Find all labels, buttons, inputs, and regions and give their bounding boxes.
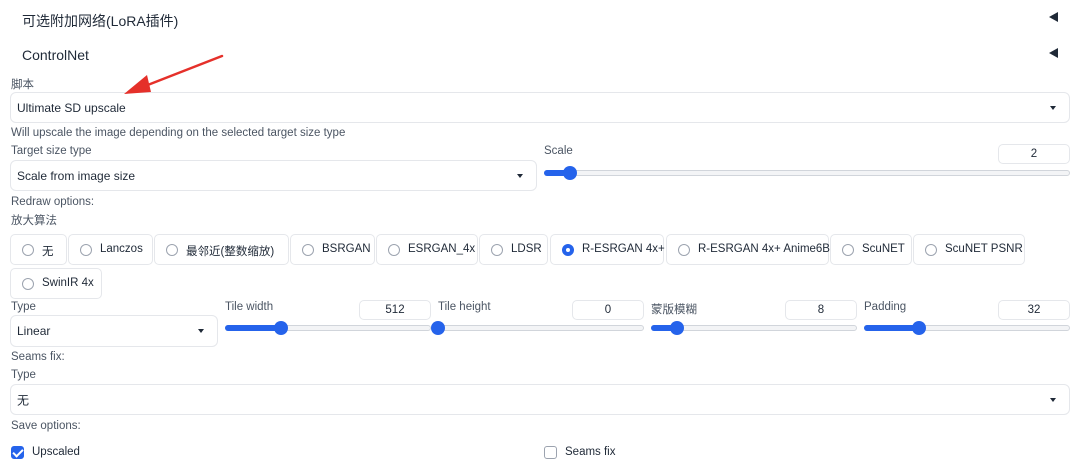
slider-thumb[interactable]: [563, 166, 578, 180]
chevron-down-icon: [1050, 397, 1056, 402]
radio-circle: [388, 244, 400, 256]
upscaler-option-scunet[interactable]: ScuNET: [830, 234, 912, 265]
save-options-label: Save options:: [11, 420, 81, 432]
upscaler-option-label: SwinIR 4x: [42, 277, 94, 289]
mask-blur-label: 蒙版模糊: [651, 304, 697, 316]
tile-width-slider[interactable]: [225, 320, 431, 336]
upscaled-checkbox-label: Upscaled: [32, 446, 80, 458]
upscaler-option-label: 无: [42, 246, 54, 258]
upscaler-option-label: ScuNET: [862, 243, 905, 255]
seams-fix-checkbox[interactable]: [544, 446, 557, 459]
radio-circle: [678, 244, 690, 256]
upscaler-option-r-esrgan-4x-plus-anime6b[interactable]: R-ESRGAN 4x+ Anime6B: [666, 234, 830, 265]
slider-track: [544, 170, 1070, 176]
accordion-controlnet[interactable]: ControlNet: [0, 36, 1080, 76]
upscaler-option-bsrgan[interactable]: BSRGAN: [290, 234, 375, 265]
seams-type-dropdown[interactable]: 无: [10, 384, 1070, 415]
tile-height-slider[interactable]: [431, 320, 644, 336]
upscaler-option-none[interactable]: 无: [10, 234, 67, 265]
upscaler-option-lanczos[interactable]: Lanczos: [68, 234, 153, 265]
accordion-lora-title: 可选附加网络(LoRA插件): [22, 13, 179, 29]
redraw-label: Redraw options:: [11, 196, 95, 208]
padding-input[interactable]: 32: [998, 300, 1070, 320]
slider-thumb[interactable]: [669, 321, 684, 335]
mask-blur-input[interactable]: 8: [785, 300, 857, 320]
radio-circle: [22, 244, 34, 256]
tile-width-label: Tile width: [225, 301, 274, 313]
radio-circle: [491, 244, 503, 256]
upscaler-option-label: ScuNET PSNR: [945, 243, 1023, 255]
slider-fill: [225, 325, 281, 331]
upscaler-option-label: ESRGAN_4x: [408, 243, 476, 255]
upscaler-option-label: R-ESRGAN 4x+: [582, 243, 665, 255]
script-dropdown[interactable]: Ultimate SD upscale: [10, 92, 1070, 123]
accordion-lora[interactable]: 可选附加网络(LoRA插件): [0, 0, 1080, 40]
radio-circle: [80, 244, 92, 256]
redraw-type-label: Type: [11, 301, 36, 313]
upscaler-option-scunet-psnr[interactable]: ScuNET PSNR: [913, 234, 1025, 265]
slider-thumb[interactable]: [911, 321, 926, 335]
target-size-label: Target size type: [11, 145, 92, 157]
upscaler-option-esrgan-4x[interactable]: ESRGAN_4x: [376, 234, 478, 265]
seams-type-label: Type: [11, 369, 36, 381]
tile-width-input[interactable]: 512: [359, 300, 431, 320]
slider-track: [438, 325, 644, 331]
redraw-type-value: Linear: [17, 324, 51, 338]
target-size-value: Scale from image size: [17, 168, 136, 183]
scale-slider[interactable]: [544, 165, 1070, 181]
radio-circle: [562, 244, 574, 256]
tile-height-label: Tile height: [438, 301, 491, 313]
tile-height-input[interactable]: 0: [572, 300, 644, 320]
slider-thumb[interactable]: [431, 321, 445, 335]
mask-blur-slider[interactable]: [651, 320, 857, 336]
upscaler-option-swinir-4x[interactable]: SwinIR 4x: [10, 268, 102, 299]
redraw-type-dropdown[interactable]: Linear: [10, 315, 218, 347]
upscaler-option-nearest[interactable]: 最邻近(整数缩放): [154, 234, 289, 265]
triangle-left-icon[interactable]: [1049, 12, 1058, 22]
upscaler-option-label: Lanczos: [100, 243, 143, 255]
upscaler-option-label: R-ESRGAN 4x+ Anime6B: [698, 243, 830, 255]
padding-slider[interactable]: [864, 320, 1070, 336]
radio-circle: [842, 244, 854, 256]
seams-fix-label: Seams fix:: [11, 351, 65, 363]
radio-circle: [302, 244, 314, 256]
slider-thumb[interactable]: [273, 321, 288, 335]
seams-type-value: 无: [17, 393, 30, 407]
radio-circle: [166, 244, 178, 256]
chevron-down-icon: [1050, 105, 1056, 110]
chevron-down-icon: [517, 173, 523, 178]
upscaler-option-r-esrgan-4x-plus[interactable]: R-ESRGAN 4x+: [550, 234, 665, 265]
script-label: 脚本: [11, 79, 34, 91]
padding-label: Padding: [864, 301, 907, 313]
upscaler-option-label: 最邻近(整数缩放): [186, 246, 275, 258]
seams-fix-checkbox-label: Seams fix: [565, 446, 616, 458]
scale-input[interactable]: 2: [998, 144, 1070, 164]
upscaler-option-ldsr[interactable]: LDSR: [479, 234, 548, 265]
accordion-controlnet-title: ControlNet: [22, 47, 89, 63]
slider-fill: [864, 325, 919, 331]
triangle-left-icon[interactable]: [1049, 48, 1058, 58]
upscaler-label: 放大算法: [11, 215, 57, 227]
upscaler-option-label: BSRGAN: [322, 243, 371, 255]
radio-circle: [925, 244, 937, 256]
upscaler-option-label: LDSR: [511, 243, 542, 255]
target-size-dropdown[interactable]: Scale from image size: [10, 160, 537, 191]
radio-circle: [22, 278, 34, 290]
script-note: Will upscale the image depending on the …: [11, 127, 346, 139]
scale-label: Scale: [544, 145, 573, 157]
script-value: Ultimate SD upscale: [17, 100, 126, 115]
upscaled-checkbox[interactable]: [11, 446, 24, 459]
chevron-down-icon: [198, 329, 204, 333]
